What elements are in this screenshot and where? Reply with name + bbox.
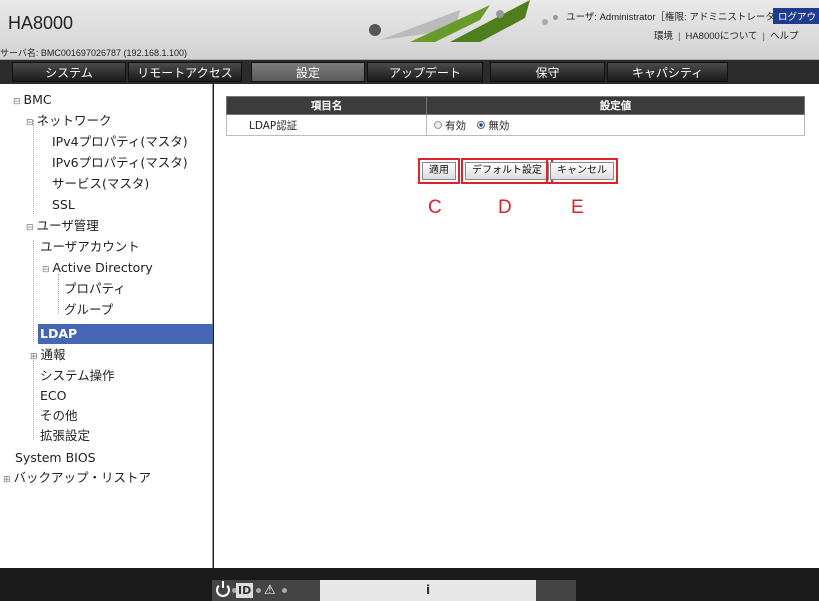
tree-connector <box>33 240 34 342</box>
cancel-button[interactable]: キャンセル <box>550 162 614 180</box>
server-label: サーバ名: BMC001697026787 (192.168.1.100) <box>0 48 188 58</box>
sidebar-item-bmc[interactable]: ⊟ BMC <box>13 90 52 110</box>
sidebar-item-active-directory[interactable]: ⊟ Active Directory <box>42 258 153 278</box>
column-header-value: 設定値 <box>426 96 805 115</box>
sidebar-item-extended-settings[interactable]: 拡張設定 <box>40 426 90 446</box>
header: HA8000 サーバ名: BMC001697026787 (192.168.1.… <box>0 0 819 60</box>
marker-e: E <box>571 197 584 218</box>
sidebar-item-ssl[interactable]: SSL <box>52 195 75 215</box>
ldap-auth-enable-radio[interactable] <box>434 121 442 129</box>
radio-label-enable[interactable]: 有効 <box>445 120 466 132</box>
column-header-item: 項目名 <box>226 96 427 115</box>
status-panel: ID ⚠ i <box>212 580 576 601</box>
logout-button[interactable]: ログアウト <box>773 8 819 24</box>
warning-led-icon <box>282 588 287 593</box>
ldap-auth-label: LDAP認証 <box>226 114 427 136</box>
tree-connector <box>33 360 34 440</box>
header-decoration <box>369 0 548 42</box>
user-info: ユーザ: Administrator［権限: アドミニストレータ］ <box>553 9 784 23</box>
tab-capacity[interactable]: キャパシティ <box>607 62 728 82</box>
status-dot-icon <box>553 14 558 20</box>
sidebar-item-notification[interactable]: ⊞ 通報 <box>30 345 66 365</box>
status-info-bar: i <box>320 580 536 601</box>
sidebar-item-ipv6[interactable]: IPv6プロパティ(マスタ) <box>52 153 188 173</box>
tree-connector <box>33 120 34 214</box>
header-links: 環境 | HA8000について | ヘルプ <box>654 28 799 42</box>
sidebar-item-network[interactable]: ⊟ ネットワーク <box>26 111 112 131</box>
sidebar-item-ipv4[interactable]: IPv4プロパティ(マスタ) <box>52 132 188 152</box>
default-settings-button[interactable]: デフォルト設定 <box>465 162 549 180</box>
sidebar-item-other[interactable]: その他 <box>40 406 78 426</box>
apply-button-highlight: 適用 <box>418 158 460 184</box>
sidebar-item-label: ネットワーク <box>36 113 112 128</box>
collapse-icon[interactable]: ⊟ <box>42 265 50 275</box>
table-row: LDAP認証 有効 無効 <box>226 114 805 136</box>
user-info-text: ユーザ: Administrator［権限: アドミニストレータ］ <box>566 12 785 23</box>
settings-table: 項目名 設定値 LDAP認証 有効 無効 <box>226 96 805 136</box>
sidebar-item-label: BMC <box>23 92 52 107</box>
sidebar-item-user-management[interactable]: ⊟ ユーザ管理 <box>26 216 99 236</box>
id-led-icon <box>256 588 261 593</box>
ldap-auth-options: 有効 無効 <box>426 114 805 136</box>
sidebar-item-properties[interactable]: プロパティ <box>64 279 126 299</box>
collapse-icon[interactable]: ⊟ <box>13 97 21 107</box>
tree-connector <box>58 274 59 314</box>
footer-bar: ID ⚠ i <box>0 568 819 601</box>
sidebar-item-service[interactable]: サービス(マスタ) <box>52 174 149 194</box>
cancel-button-highlight: キャンセル <box>546 158 618 184</box>
default-button-highlight: デフォルト設定 <box>461 158 553 184</box>
collapse-icon[interactable]: ⊟ <box>26 118 34 128</box>
sidebar-item-label: Active Directory <box>52 260 153 275</box>
sidebar-item-system-bios[interactable]: System BIOS <box>15 448 96 468</box>
link-separator: | <box>762 31 765 42</box>
table-header-row: 項目名 設定値 <box>226 96 805 115</box>
sidebar-item-eco[interactable]: ECO <box>40 386 66 406</box>
env-link[interactable]: 環境 <box>654 31 673 42</box>
sidebar-item-ldap[interactable]: LDAP <box>38 324 213 344</box>
main-tab-bar: システム リモートアクセス 設定 アップデート 保守 キャパシティ <box>0 60 819 84</box>
marker-d: D <box>498 197 512 218</box>
sidebar-tree: ⊟ BMC ⊟ ネットワーク IPv4プロパティ(マスタ) IPv6プロパティ(マス… <box>0 84 213 568</box>
power-icon[interactable] <box>216 581 230 597</box>
collapse-icon[interactable]: ⊟ <box>26 223 34 233</box>
marker-c: C <box>428 197 442 218</box>
help-link[interactable]: ヘルプ <box>770 31 799 42</box>
about-link[interactable]: HA8000について <box>685 31 757 42</box>
sidebar-item-label: 通報 <box>40 347 66 362</box>
sidebar-item-system-operation[interactable]: システム操作 <box>40 366 115 386</box>
tab-maintenance[interactable]: 保守 <box>490 62 605 82</box>
radio-label-disable[interactable]: 無効 <box>488 120 509 132</box>
expand-icon[interactable]: ⊞ <box>30 352 38 362</box>
expand-icon[interactable]: ⊞ <box>3 475 11 485</box>
tab-settings[interactable]: 設定 <box>251 62 365 82</box>
link-separator: | <box>678 31 681 42</box>
sidebar-item-groups[interactable]: グループ <box>64 300 113 320</box>
tab-update[interactable]: アップデート <box>367 62 483 82</box>
apply-button[interactable]: 適用 <box>422 162 456 180</box>
warning-icon: ⚠ <box>264 583 276 598</box>
app-title: HA8000 <box>8 13 74 33</box>
sidebar-item-label: ユーザ管理 <box>36 218 99 233</box>
sidebar-item-user-accounts[interactable]: ユーザアカウント <box>40 237 140 257</box>
tab-system[interactable]: システム <box>12 62 126 82</box>
sidebar-item-label: バックアップ・リストア <box>13 470 152 485</box>
id-button[interactable]: ID <box>236 583 254 598</box>
tab-remote-access[interactable]: リモートアクセス <box>128 62 242 82</box>
sidebar-item-backup-restore[interactable]: ⊞ バックアップ・リストア <box>3 468 151 488</box>
ldap-auth-disable-radio[interactable] <box>477 121 486 129</box>
content-panel: 項目名 設定値 LDAP認証 有効 無効 適用 デフォルト設定 キャンセル C … <box>214 84 819 568</box>
